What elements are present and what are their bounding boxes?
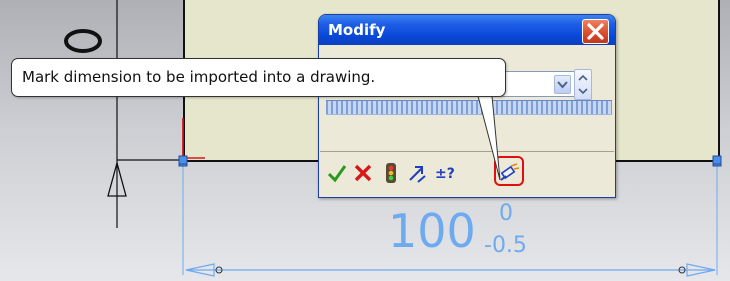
- dialog-toolbar: ±?: [326, 156, 566, 188]
- oval-shape: [64, 29, 102, 53]
- close-button[interactable]: [582, 19, 609, 44]
- cad-viewport: 100 0 -0.5 Modify ±? Mark dimension to b…: [0, 0, 730, 281]
- dropdown-button[interactable]: [554, 75, 571, 94]
- svg-text:±?: ±?: [435, 166, 455, 182]
- spin-arrows-icon: [578, 74, 588, 95]
- reverse-arrow-icon: [409, 166, 426, 183]
- upper-tolerance: 0: [499, 201, 513, 226]
- close-icon: [587, 23, 604, 40]
- checkmark-icon: [327, 165, 347, 183]
- lower-tolerance: -0.5: [484, 233, 527, 258]
- dimension-value[interactable]: 100: [388, 206, 476, 256]
- mark-for-drawing-button[interactable]: [498, 160, 520, 186]
- traffic-light-icon: [386, 163, 396, 183]
- ok-button[interactable]: [326, 160, 348, 186]
- mark-dimension-icon: [500, 163, 520, 181]
- toolbar-separator: [320, 151, 614, 152]
- thumbwheel-slider[interactable]: [326, 100, 612, 115]
- rebuild-button[interactable]: [380, 160, 402, 186]
- x-icon: [354, 164, 372, 182]
- chevron-down-icon: [557, 81, 568, 89]
- tooltip: Mark dimension to be imported into a dra…: [11, 58, 506, 97]
- dialog-title: Modify: [319, 15, 615, 45]
- spin-button[interactable]: [574, 69, 592, 100]
- tolerance-button[interactable]: ±?: [434, 160, 460, 186]
- reverse-dimension-button[interactable]: [406, 160, 428, 186]
- plus-minus-question-icon: ±?: [435, 166, 455, 182]
- cancel-button[interactable]: [352, 160, 374, 186]
- modify-dialog: Modify ±?: [318, 14, 616, 198]
